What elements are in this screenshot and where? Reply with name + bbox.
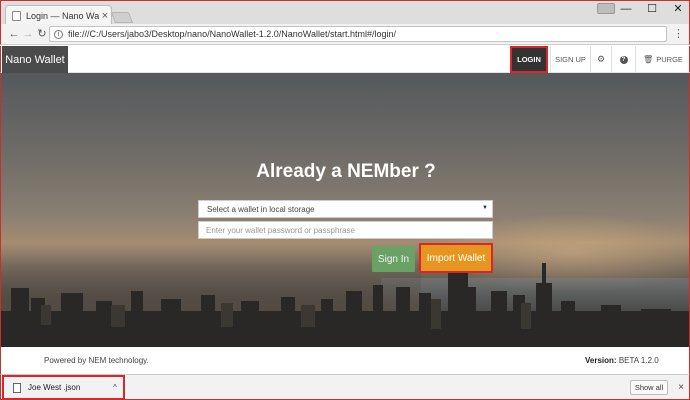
close-window-icon[interactable]: ✕ — [665, 1, 690, 19]
import-wallet-button[interactable]: Import Wallet — [419, 243, 493, 273]
nav-help-button[interactable]: ? — [611, 46, 635, 73]
browser-titlebar: Login — Nano Wallet × — ☐ ✕ — [0, 0, 690, 25]
address-url: file:///C:/Users/jabo3/Desktop/nano/Nano… — [68, 29, 396, 39]
gear-icon: ⚙ — [596, 54, 606, 64]
tab-close-icon[interactable]: × — [99, 10, 111, 22]
brand-logo[interactable]: Nano Wallet — [2, 46, 68, 73]
maximize-icon[interactable]: ☐ — [639, 1, 665, 19]
trash-icon: 🗑 — [643, 55, 654, 64]
password-field[interactable]: Enter your wallet password or passphrase — [198, 221, 493, 239]
close-shelf-icon[interactable]: × — [675, 380, 687, 395]
tab-title: Login — Nano Wallet — [26, 10, 99, 21]
question-circle-icon: ? — [619, 55, 628, 64]
forward-arrow-icon[interactable]: → — [21, 26, 35, 42]
nav-settings-button[interactable]: ⚙ — [590, 46, 611, 73]
download-file-name: Joe West .json — [28, 383, 81, 392]
more-vertical-icon[interactable]: ⋮ — [673, 27, 684, 41]
info-icon[interactable]: i — [54, 29, 63, 39]
hero-background: Already a NEMber ? Select a wallet in lo… — [0, 73, 690, 347]
login-title: Already a NEMber ? — [256, 161, 436, 182]
back-arrow-icon[interactable]: ← — [7, 26, 21, 42]
nav-login-button[interactable]: LOGIN — [510, 46, 548, 73]
browser-toolbar: ← → ↻ i file:///C:/Users/jabo3/Desktop/n… — [0, 24, 690, 45]
app-navbar: Nano Wallet LOGIN SIGN UP ⚙ ? 🗑 PURGE — [0, 46, 690, 73]
sign-in-button[interactable]: Sign In — [372, 246, 415, 272]
version-value: BETA 1.2.0 — [618, 356, 659, 365]
browser-tab[interactable]: Login — Nano Wallet × — [5, 5, 112, 25]
show-all-button[interactable]: Show all — [630, 380, 668, 395]
caret-down-icon: ▼ — [482, 205, 488, 211]
download-shelf: Joe West .json ^ Show all × — [0, 374, 690, 400]
nav-signup-button[interactable]: SIGN UP — [550, 46, 590, 73]
app-footer: Powered by NEM technology. Version: BETA… — [0, 347, 690, 374]
chevron-up-icon[interactable]: ^ — [107, 383, 123, 392]
version-label: Version: — [585, 356, 617, 365]
wallet-select[interactable]: Select a wallet in local storage ▼ — [198, 200, 493, 218]
reload-icon[interactable]: ↻ — [35, 26, 49, 42]
page-icon — [12, 10, 21, 21]
file-icon — [13, 382, 21, 393]
minimize-icon[interactable]: — — [613, 1, 639, 19]
password-placeholder: Enter your wallet password or passphrase — [206, 225, 355, 235]
version-text: Version: BETA 1.2.0 — [585, 356, 659, 365]
nav-purge-button[interactable]: 🗑 PURGE — [635, 46, 690, 73]
purge-label: PURGE — [656, 55, 683, 64]
powered-by-text: Powered by NEM technology. — [44, 356, 149, 365]
wallet-select-value: Select a wallet in local storage — [207, 204, 315, 214]
new-tab-button[interactable] — [110, 12, 134, 23]
address-bar[interactable]: i file:///C:/Users/jabo3/Desktop/nano/Na… — [49, 26, 667, 42]
download-item[interactable]: Joe West .json ^ — [2, 375, 125, 400]
